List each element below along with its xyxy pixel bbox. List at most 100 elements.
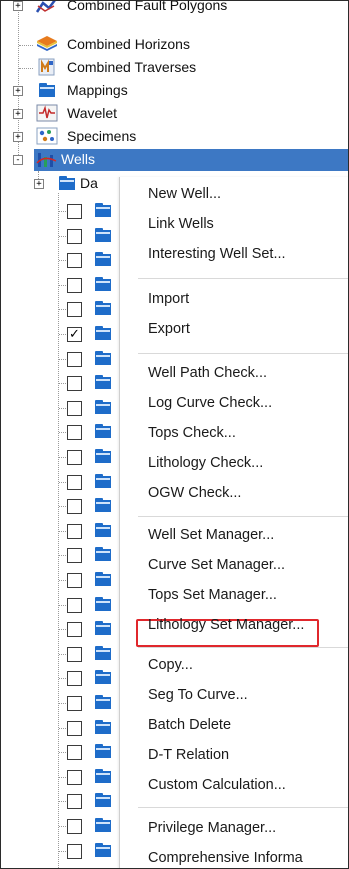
tree-guide-line (59, 211, 66, 212)
menu-item-tops-set-manager[interactable]: Tops Set Manager... (148, 583, 277, 607)
well-checkbox[interactable] (67, 401, 82, 416)
menu-separator (138, 647, 348, 648)
tree-guide-line (59, 334, 66, 335)
well-checkbox[interactable] (67, 352, 82, 367)
tree-item-label: Wells (61, 151, 95, 167)
well-checkbox[interactable] (67, 278, 82, 293)
tree-item-combined-horizons[interactable]: Combined Horizons (1, 34, 348, 57)
well-checkbox[interactable] (67, 524, 82, 539)
menu-item-interesting-well-set[interactable]: Interesting Well Set... (148, 242, 286, 266)
well-folder-icon (95, 597, 111, 611)
tree-guide-line (59, 531, 66, 532)
tree-item-wells[interactable]: - Wells (1, 149, 348, 172)
well-checkbox[interactable] (67, 622, 82, 637)
well-checkbox[interactable] (67, 450, 82, 465)
tree-guide-line (19, 45, 33, 46)
well-checkbox[interactable] (67, 302, 82, 317)
well-folder-icon (95, 326, 111, 340)
well-checkbox[interactable] (67, 647, 82, 662)
well-checkbox[interactable] (67, 819, 82, 834)
well-checkbox[interactable] (67, 598, 82, 613)
well-folder-icon (95, 793, 111, 807)
menu-separator (138, 807, 348, 808)
well-folder-icon (95, 277, 111, 291)
tree-guide-line (59, 555, 66, 556)
tree-guide-line (59, 408, 66, 409)
tree-guide-line (19, 68, 33, 69)
menu-item-import[interactable]: Import (148, 287, 189, 311)
well-checkbox[interactable] (67, 229, 82, 244)
tree-guide-line (59, 580, 66, 581)
tree-guide-line (59, 482, 66, 483)
menu-item-well-set-manager[interactable]: Well Set Manager... (148, 523, 274, 547)
menu-item-new-well[interactable]: New Well... (148, 182, 221, 206)
well-checkbox[interactable] (67, 376, 82, 391)
menu-item-export[interactable]: Export (148, 317, 190, 341)
tree-item-label: Combined Fault Polygons (67, 0, 228, 13)
tree-item-label: Combined Horizons (67, 36, 190, 52)
well-folder-icon (95, 301, 111, 315)
menu-item-well-path-check[interactable]: Well Path Check... (148, 361, 267, 385)
well-folder-icon (95, 474, 111, 488)
expand-icon[interactable]: + (13, 132, 23, 142)
menu-item-link-wells[interactable]: Link Wells (148, 212, 214, 236)
tree-guide-line (59, 309, 66, 310)
wavelet-icon (36, 104, 58, 122)
project-tree-panel: + Combined Fault Polygons Combined Horiz… (0, 0, 349, 869)
wells-icon (36, 151, 58, 169)
well-checkbox[interactable] (67, 204, 82, 219)
well-checkbox[interactable] (67, 253, 82, 268)
menu-item-tops-check[interactable]: Tops Check... (148, 421, 236, 445)
menu-item-privilege-manager[interactable]: Privilege Manager... (148, 816, 276, 840)
tree-item-wavelet[interactable]: + Wavelet (1, 103, 348, 126)
menu-item-lithology-set-manager[interactable]: Lithology Set Manager... (148, 613, 304, 637)
well-checkbox[interactable] (67, 844, 82, 859)
menu-item-seg-to-curve[interactable]: Seg To Curve... (148, 683, 248, 707)
tree-item-label: Wavelet (67, 105, 118, 121)
menu-item-comprehensive-information[interactable]: Comprehensive Informa (148, 846, 303, 868)
tree-item-combined-traverses[interactable]: Combined Traverses (1, 57, 348, 80)
well-folder-icon (95, 670, 111, 684)
well-checkbox[interactable] (67, 671, 82, 686)
well-checkbox[interactable] (67, 425, 82, 440)
tree-guide-line (59, 629, 66, 630)
well-checkbox[interactable]: ✓ (67, 327, 82, 342)
menu-item-curve-set-manager[interactable]: Curve Set Manager... (148, 553, 285, 577)
well-checkbox[interactable] (67, 696, 82, 711)
well-folder-icon (95, 252, 111, 266)
well-folder-icon (95, 695, 111, 709)
well-checkbox[interactable] (67, 745, 82, 760)
well-checkbox[interactable] (67, 794, 82, 809)
tree-item-combined-fault-polygons[interactable]: + Combined Fault Polygons (1, 0, 348, 18)
menu-item-batch-delete[interactable]: Batch Delete (148, 713, 231, 737)
menu-item-lithology-check[interactable]: Lithology Check... (148, 451, 263, 475)
well-folder-icon (95, 744, 111, 758)
well-checkbox[interactable] (67, 770, 82, 785)
tree-item-mappings[interactable]: + Mappings (1, 80, 348, 103)
tree-guide-line (59, 801, 66, 802)
tree-guide-line (59, 605, 66, 606)
menu-item-log-curve-check[interactable]: Log Curve Check... (148, 391, 272, 415)
well-folder-icon (95, 818, 111, 832)
fault-polygons-icon (35, 1, 57, 15)
well-checkbox[interactable] (67, 548, 82, 563)
well-checkbox[interactable] (67, 721, 82, 736)
well-folder-icon (95, 769, 111, 783)
menu-item-custom-calculation[interactable]: Custom Calculation... (148, 773, 286, 797)
expand-icon[interactable]: + (34, 179, 44, 189)
well-checkbox[interactable] (67, 499, 82, 514)
tree-item-specimens[interactable]: + Specimens (1, 126, 348, 149)
collapse-icon[interactable]: - (13, 155, 23, 165)
expand-icon[interactable]: + (13, 109, 23, 119)
menu-item-ogw-check[interactable]: OGW Check... (148, 481, 241, 505)
well-folder-icon (95, 351, 111, 365)
tree-guide-line (59, 678, 66, 679)
well-folder-icon (95, 424, 111, 438)
well-checkbox[interactable] (67, 475, 82, 490)
menu-item-d-t-relation[interactable]: D-T Relation (148, 743, 229, 767)
expand-icon[interactable]: + (13, 86, 23, 96)
well-checkbox[interactable] (67, 573, 82, 588)
menu-item-copy[interactable]: Copy... (148, 653, 193, 677)
tree-guide-line (59, 777, 66, 778)
expand-icon[interactable]: + (13, 1, 23, 11)
